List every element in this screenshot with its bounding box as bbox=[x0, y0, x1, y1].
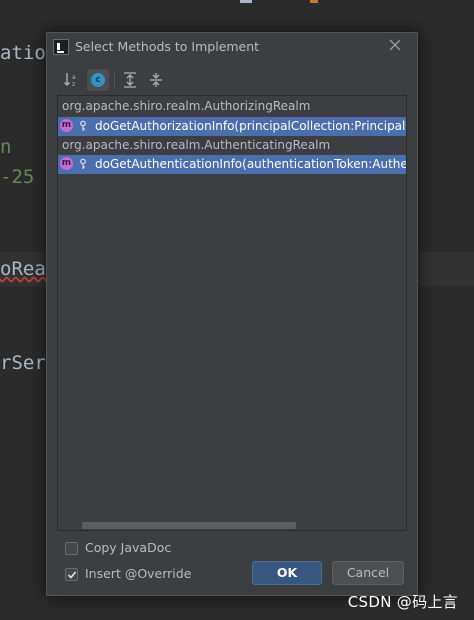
methods-tree[interactable]: org.apache.shiro.realm.AuthorizingRealm … bbox=[57, 95, 407, 531]
close-icon[interactable] bbox=[387, 37, 403, 53]
cancel-button[interactable]: Cancel bbox=[332, 561, 404, 585]
sort-alphabetically-icon[interactable]: a z bbox=[61, 69, 83, 91]
protected-key-icon bbox=[80, 158, 86, 169]
ok-button[interactable]: OK bbox=[252, 561, 322, 585]
tree-group-row[interactable]: org.apache.shiro.realm.AuthorizingRealm bbox=[58, 97, 406, 116]
intellij-app-icon bbox=[53, 39, 69, 55]
toolbar-separator bbox=[114, 72, 115, 89]
show-classes-toggle[interactable]: c bbox=[87, 69, 109, 91]
copy-javadoc-checkbox[interactable] bbox=[65, 542, 78, 555]
method-signature: doGetAuthorizationInfo(principalCollecti… bbox=[95, 119, 406, 133]
horizontal-scrollbar[interactable] bbox=[58, 521, 406, 530]
class-icon: c bbox=[91, 73, 105, 87]
watermark: CSDN @码上言 bbox=[347, 593, 458, 611]
dialog-title: Select Methods to Implement bbox=[75, 39, 260, 54]
editor-token bbox=[310, 0, 318, 3]
editor-code-line: n bbox=[0, 136, 12, 158]
editor-code-line: -25 bbox=[0, 166, 35, 188]
copy-javadoc-label: Copy JavaDoc bbox=[85, 540, 172, 555]
insert-override-checkbox[interactable] bbox=[65, 568, 78, 581]
svg-text:a: a bbox=[72, 74, 76, 81]
expand-all-icon[interactable] bbox=[119, 69, 141, 91]
protected-key-icon bbox=[80, 120, 86, 131]
svg-text:z: z bbox=[72, 81, 75, 88]
collapse-all-icon[interactable] bbox=[145, 69, 167, 91]
insert-override-option[interactable]: Insert @Override bbox=[65, 566, 191, 581]
tree-method-row[interactable]: m doGetAuthenticationInfo(authenticationT… bbox=[58, 155, 406, 174]
method-icon: m bbox=[60, 157, 73, 170]
editor-token bbox=[240, 0, 252, 3]
tree-method-row[interactable]: m doGetAuthorizationInfo(principalCollect… bbox=[58, 117, 406, 136]
method-signature: doGetAuthenticationInfo(authenticationTo… bbox=[95, 157, 406, 171]
method-icon: m bbox=[60, 119, 73, 132]
scrollbar-thumb[interactable] bbox=[82, 522, 296, 529]
tree-group-row[interactable]: org.apache.shiro.realm.AuthenticatingRea… bbox=[58, 136, 406, 155]
insert-override-label: Insert @Override bbox=[85, 566, 192, 581]
dialog-titlebar: Select Methods to Implement bbox=[47, 33, 417, 63]
copy-javadoc-option[interactable]: Copy JavaDoc bbox=[65, 540, 171, 555]
select-methods-dialog: Select Methods to Implement a z c org.ap… bbox=[46, 32, 418, 596]
